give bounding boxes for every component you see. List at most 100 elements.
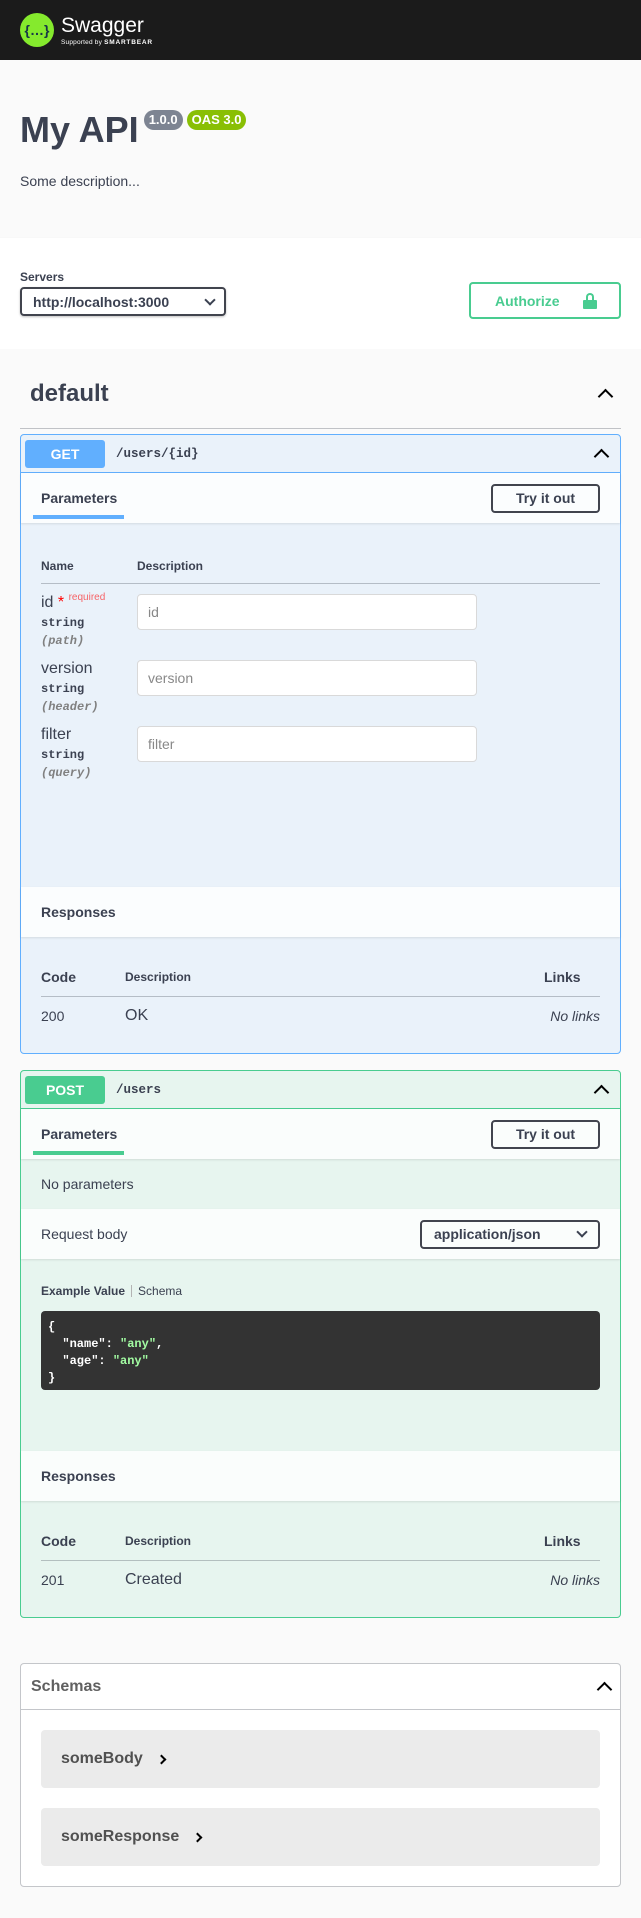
authorize-button[interactable]: Authorize	[469, 282, 621, 319]
operation-path: /users	[116, 1082, 162, 1097]
code-line: "name": "any",	[48, 1337, 164, 1351]
opblock-summary-get[interactable]: GET /users/{id}	[21, 435, 620, 473]
responses-table-header: Code Description Links	[41, 957, 600, 997]
unlock-icon	[583, 292, 597, 309]
col-code: Code	[41, 1532, 76, 1549]
param-in: (path)	[41, 634, 85, 648]
parameters-header: Parameters Try it out	[21, 473, 620, 523]
tab-schema[interactable]: Schema	[138, 1284, 182, 1298]
api-description: Some description...	[20, 173, 140, 189]
param-type: string	[41, 748, 85, 762]
response-row-200: 200 OK No links	[41, 997, 600, 1035]
col-code: Code	[41, 968, 76, 985]
responses-table: Code Description Links 200 OK No links	[21, 937, 620, 1053]
response-code: 201	[41, 1572, 65, 1588]
responses-table: Code Description Links 201 Created No li…	[21, 1501, 620, 1617]
try-it-out-button[interactable]: Try it out	[491, 483, 600, 513]
responses-title: Responses	[41, 904, 116, 920]
param-type: string	[41, 616, 85, 630]
responses-title: Responses	[41, 1468, 116, 1484]
col-name: Name	[41, 559, 74, 573]
chevron-up-icon[interactable]	[593, 448, 610, 465]
authorize-label: Authorize	[495, 292, 560, 309]
col-description: Description	[125, 1533, 192, 1548]
oas-badge: OAS 3.0	[186, 110, 247, 130]
tab-active-indicator	[33, 515, 124, 519]
responses-header: Responses	[21, 1451, 620, 1501]
chevron-down-icon	[576, 1226, 588, 1238]
response-links: No links	[550, 1572, 600, 1588]
model-name: someResponse	[61, 1828, 180, 1845]
response-description: OK	[125, 1007, 149, 1024]
code-line: {	[48, 1320, 56, 1334]
example-code-block[interactable]: { "name": "any", "age": "any"}	[41, 1311, 600, 1390]
chevron-up-icon[interactable]	[597, 388, 614, 405]
response-description: Created	[125, 1571, 182, 1588]
chevron-right-icon	[156, 1754, 167, 1764]
servers-label: Servers	[20, 270, 65, 284]
parameter-row-version: version string (header) version	[41, 660, 600, 714]
code-line: "age": "any"	[48, 1354, 149, 1368]
model-someresponse[interactable]: someResponse	[41, 1808, 600, 1866]
parameter-row-filter: filter string (query) filter	[41, 726, 600, 780]
tab-divider	[131, 1285, 133, 1297]
chevron-down-icon	[204, 293, 216, 306]
request-body-header: Request body application/json	[21, 1209, 620, 1259]
example-section: Example Value Schema { "name": "any", "a…	[21, 1259, 620, 1451]
topbar: {…} Swagger Supported by SMARTBEAR	[0, 0, 641, 60]
chevron-up-icon[interactable]	[596, 1681, 613, 1698]
model-somebody[interactable]: someBody	[41, 1730, 600, 1788]
tab-parameters[interactable]: Parameters	[41, 1126, 117, 1142]
try-it-out-button[interactable]: Try it out	[491, 1119, 600, 1149]
parameters-table: Name Description id * required string (p…	[21, 523, 620, 887]
col-description: Description	[137, 559, 204, 573]
supported-by-label: Supported by	[61, 38, 103, 46]
code-line: }	[48, 1371, 56, 1385]
param-name: id	[41, 594, 54, 611]
response-row-201: 201 Created No links	[41, 1561, 600, 1599]
tab-example-value[interactable]: Example Value	[41, 1284, 125, 1298]
parameters-table-header: Name Description	[41, 543, 600, 584]
operations-section: default GET /users/{id} Parameters Try i…	[0, 349, 641, 1918]
no-parameters: No parameters	[41, 1176, 134, 1192]
chevron-up-icon[interactable]	[593, 1084, 610, 1101]
param-input-filter[interactable]: filter	[137, 726, 477, 762]
server-select[interactable]: http://localhost:3000	[20, 287, 226, 316]
opblock-post-users: POST /users Parameters Try it out No par…	[20, 1070, 621, 1618]
scheme-container: Servers http://localhost:3000 Authorize	[0, 238, 641, 349]
col-links: Links	[544, 968, 581, 985]
param-type: string	[41, 682, 85, 696]
chevron-right-icon	[192, 1832, 203, 1842]
brand-name: Swagger	[61, 13, 144, 37]
model-name: someBody	[61, 1750, 143, 1767]
param-name: version	[41, 660, 93, 677]
opblock-get-users-id: GET /users/{id} Parameters Try it out Na…	[20, 434, 621, 1054]
opblock-summary-post[interactable]: POST /users	[21, 1071, 620, 1109]
schemas-header[interactable]: Schemas	[21, 1664, 620, 1710]
smartbear-label: SMARTBEAR	[104, 38, 153, 46]
responses-table-header: Code Description Links	[41, 1521, 600, 1561]
version-badge: 1.0.0	[143, 110, 183, 130]
content-type-select[interactable]: application/json	[420, 1219, 600, 1249]
method-badge-get: GET	[25, 439, 105, 468]
col-links: Links	[544, 1532, 581, 1549]
api-info: My API 1.0.0 OAS 3.0 Some description...	[0, 60, 641, 238]
tag-header-default[interactable]: default	[20, 359, 621, 429]
required-star: *	[57, 594, 65, 611]
param-in: (header)	[41, 700, 99, 714]
tab-parameters[interactable]: Parameters	[41, 490, 117, 506]
param-input-version[interactable]: version	[137, 660, 477, 696]
response-code: 200	[41, 1008, 65, 1024]
swagger-logo-icon[interactable]: {…}	[20, 13, 54, 47]
param-in: (query)	[41, 766, 92, 780]
required-label: required	[68, 592, 106, 603]
servers-block: Servers http://localhost:3000	[20, 270, 226, 349]
method-badge-post: POST	[25, 1075, 105, 1104]
schemas-list: someBody someResponse	[21, 1710, 620, 1886]
tab-active-indicator	[33, 1151, 124, 1155]
col-description: Description	[125, 969, 192, 984]
param-input-id[interactable]: id	[137, 594, 477, 630]
parameter-row-id: id * required string (path) id	[41, 592, 600, 648]
schemas-section: Schemas someBody someResponse	[20, 1663, 621, 1887]
param-name: filter	[41, 726, 72, 743]
